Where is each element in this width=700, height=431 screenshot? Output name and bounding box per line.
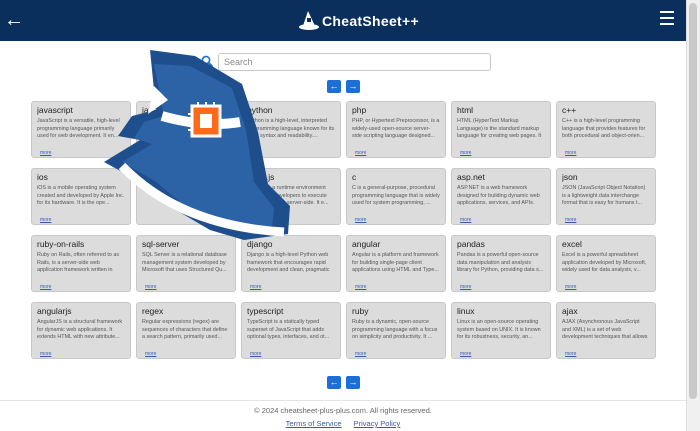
card-title: json xyxy=(562,172,578,182)
card-description: Angular is a platform and framework for … xyxy=(352,252,439,274)
prev-page-button[interactable]: ← xyxy=(327,80,341,93)
cheatsheet-card[interactable]: ruby Ruby is a dynamic, open-source progr… xyxy=(346,302,446,359)
card-more-link[interactable]: more xyxy=(355,351,366,357)
card-title: angular xyxy=(352,239,381,249)
back-arrow-icon[interactable]: ← xyxy=(4,10,24,30)
card-more-link[interactable]: more xyxy=(565,217,576,223)
card-description: PHP, or Hypertext Preprocessor, is a wid… xyxy=(352,118,440,140)
cheatsheet-card[interactable]: c C is a general-purpose, procedural prog… xyxy=(346,168,446,225)
card-title: c++ xyxy=(562,105,577,115)
card-title: linux xyxy=(457,306,475,316)
card-more-link[interactable]: more xyxy=(565,351,576,357)
scrollbar-thumb[interactable] xyxy=(689,3,697,399)
card-description: TypeScript is a statically typed superse… xyxy=(247,319,330,341)
card-description: Django is a high-level Python web framew… xyxy=(247,252,330,275)
card-more-link[interactable]: more xyxy=(40,150,51,156)
card-description: ASP.NET is a web framework designed for … xyxy=(457,185,540,208)
card-more-link[interactable]: more xyxy=(565,284,576,290)
cheatsheet-card[interactable]: angularjs AngularJS is a structural frame… xyxy=(31,302,131,359)
card-description: JSON (JavaScript Object Notation) is a l… xyxy=(562,185,646,207)
cheatsheet-card[interactable]: regex Regular expressions (regex) are seq… xyxy=(136,302,236,359)
copyright-text: © 2024 cheatsheet-plus-plus.com. All rig… xyxy=(254,406,432,415)
card-description: C++ is a high-level programming language… xyxy=(562,118,646,140)
card-more-link[interactable]: more xyxy=(250,351,261,357)
card-description: C is a general-purpose, procedural progr… xyxy=(352,185,440,207)
next-page-button[interactable]: → xyxy=(346,80,360,93)
card-description: Ruby on Rails, often referred to as Rail… xyxy=(37,252,120,275)
card-title: excel xyxy=(562,239,582,249)
card-description: Pandas is a powerful open-source data ma… xyxy=(457,252,544,274)
card-title: ajax xyxy=(562,306,578,316)
cheatsheet-card[interactable]: php PHP, or Hypertext Preprocessor, is a … xyxy=(346,101,446,158)
card-title: c xyxy=(352,172,357,182)
app-title: CheatSheet++ xyxy=(322,13,419,29)
card-title: asp.net xyxy=(457,172,485,182)
cheatsheet-card[interactable]: asp.net ASP.NET is a web framework design… xyxy=(451,168,551,225)
prev-page-button-bottom[interactable]: ← xyxy=(327,376,341,389)
card-description: Regular expressions (regex) are sequence… xyxy=(142,319,228,341)
card-title: php xyxy=(352,105,367,115)
card-more-link[interactable]: more xyxy=(460,217,471,223)
card-description: AngularJS is a structural framework for … xyxy=(37,319,123,341)
terms-link[interactable]: Terms of Service xyxy=(286,419,342,428)
card-more-link[interactable]: more xyxy=(460,284,471,290)
card-more-link[interactable]: more xyxy=(40,284,51,290)
card-more-link[interactable]: more xyxy=(40,217,51,223)
privacy-link[interactable]: Privacy Policy xyxy=(354,419,401,428)
card-description: SQL Server is a relational database mana… xyxy=(142,252,227,274)
card-description: Ruby is a dynamic, open-source programmi… xyxy=(352,319,438,341)
card-more-link[interactable]: more xyxy=(145,284,156,290)
cheatsheet-card[interactable]: ajax AJAX (Asynchronous JavaScript and XM… xyxy=(556,302,656,359)
card-title: html xyxy=(457,105,474,115)
cheatsheet-card[interactable]: c++ C++ is a high-level programming langu… xyxy=(556,101,656,158)
card-more-link[interactable]: more xyxy=(565,150,576,156)
cheatsheet-card[interactable]: angular Angular is a platform and framewo… xyxy=(346,235,446,292)
cheatsheet-card[interactable]: linux Linux is an open-source operating s… xyxy=(451,302,551,359)
hamburger-menu-icon[interactable] xyxy=(660,11,674,25)
card-title: angularjs xyxy=(37,306,72,316)
card-more-link[interactable]: more xyxy=(460,351,471,357)
card-more-link[interactable]: more xyxy=(145,351,156,357)
card-title: typescript xyxy=(247,306,284,316)
wizard-hat-icon xyxy=(299,11,319,30)
wizard-hat-mascot xyxy=(104,50,290,240)
footer-links: Terms of Service Privacy Policy xyxy=(0,419,686,428)
next-page-button-bottom[interactable]: → xyxy=(346,376,360,389)
cheatsheet-card[interactable]: html HTML (HyperText Markup Language) is … xyxy=(451,101,551,158)
card-title: ruby xyxy=(352,306,369,316)
card-title: pandas xyxy=(457,239,485,249)
footer-divider xyxy=(0,400,686,401)
cheatsheet-card[interactable]: pandas Pandas is a powerful open-source d… xyxy=(451,235,551,292)
card-more-link[interactable]: more xyxy=(355,217,366,223)
card-more-link[interactable]: more xyxy=(355,284,366,290)
card-more-link[interactable]: more xyxy=(250,284,261,290)
card-description: Excel is a powerful spreadsheet applicat… xyxy=(562,252,647,274)
card-more-link[interactable]: more xyxy=(355,150,366,156)
card-more-link[interactable]: more xyxy=(460,150,471,156)
cheatsheet-card[interactable]: excel Excel is a powerful spreadsheet app… xyxy=(556,235,656,292)
card-description: Linux is an open-source operating system… xyxy=(457,319,541,341)
card-more-link[interactable]: more xyxy=(40,351,51,357)
card-description: HTML (HyperText Markup Language) is the … xyxy=(457,118,542,141)
card-title: regex xyxy=(142,306,164,316)
top-nav-bar: ← CheatSheet++ xyxy=(0,0,686,41)
cheatsheet-card[interactable]: json JSON (JavaScript Object Notation) is… xyxy=(556,168,656,225)
cheatsheet-card[interactable]: typescript TypeScript is a statically typ… xyxy=(241,302,341,359)
card-description: AJAX (Asynchronous JavaScript and XML) i… xyxy=(562,319,648,342)
